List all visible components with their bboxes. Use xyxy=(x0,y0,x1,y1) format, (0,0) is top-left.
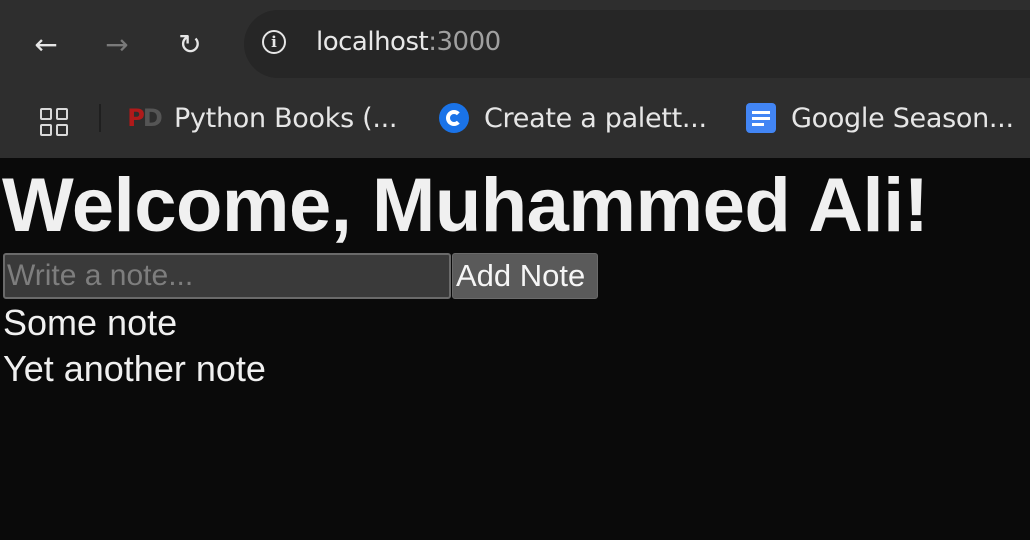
forward-button[interactable]: → xyxy=(97,24,137,64)
bookmark-create-palette[interactable]: Create a palett... xyxy=(438,98,707,138)
note-item: Yet another note xyxy=(3,348,266,389)
bookmark-label: Create a palett... xyxy=(484,102,707,134)
notes-list: Some note Yet another note xyxy=(3,300,266,392)
bookmark-google-season[interactable]: Google Season... xyxy=(745,98,1014,138)
page-title: Welcome, Muhammed Ali! xyxy=(2,163,929,248)
browser-toolbar: ← → ↻ i localhost:3000 xyxy=(0,0,1030,88)
arrow-right-icon: → xyxy=(105,27,129,61)
bookmark-label: Python Books (... xyxy=(174,102,398,134)
url-host: localhost xyxy=(316,27,429,57)
browser-chrome: ← → ↻ i localhost:3000 PD Python Books (… xyxy=(0,0,1030,158)
bookmark-python-books[interactable]: PD Python Books (... xyxy=(127,98,398,138)
apps-grid-icon[interactable] xyxy=(40,108,68,136)
note-input[interactable] xyxy=(3,253,451,299)
pd-favicon-icon: PD xyxy=(127,104,163,132)
back-button[interactable]: ← xyxy=(26,24,66,64)
coolors-favicon-icon xyxy=(438,102,470,134)
arrow-left-icon: ← xyxy=(34,27,58,61)
add-note-button[interactable]: Add Note xyxy=(452,253,598,299)
bookmarks-separator xyxy=(99,104,101,132)
google-docs-favicon-icon xyxy=(745,102,777,134)
site-info-icon[interactable]: i xyxy=(262,30,286,54)
url-port: :3000 xyxy=(428,27,501,57)
page-content: Welcome, Muhammed Ali! Add Note Some not… xyxy=(0,158,1030,540)
address-bar[interactable]: i localhost:3000 xyxy=(244,10,1030,78)
reload-icon: ↻ xyxy=(178,27,202,61)
url-text[interactable]: localhost:3000 xyxy=(316,27,501,57)
note-item: Some note xyxy=(3,302,178,343)
bookmark-label: Google Season... xyxy=(791,102,1014,134)
reload-button[interactable]: ↻ xyxy=(170,24,210,64)
